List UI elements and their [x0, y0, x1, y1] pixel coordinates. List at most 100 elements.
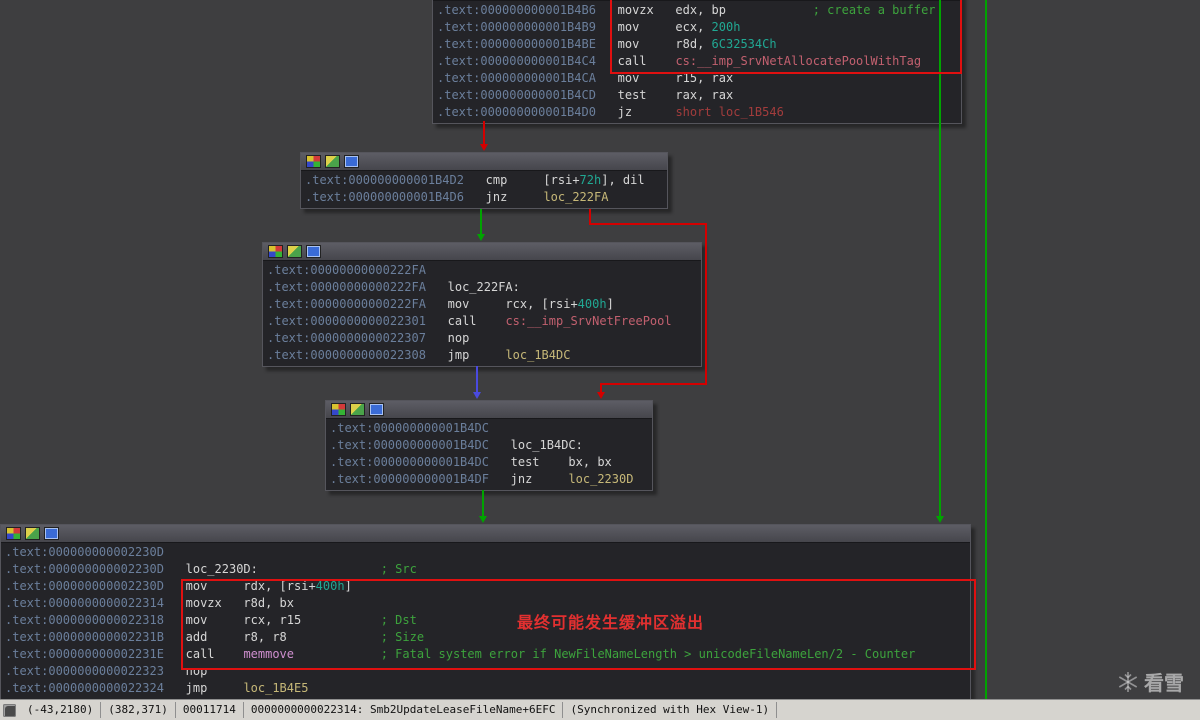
asm-token-t[interactable]: loc_2230D: [164, 562, 381, 576]
asm-token-a[interactable]: .text:000000000001B4BE [437, 37, 596, 51]
status-segment: (382,371) [101, 702, 176, 718]
asm-token-l[interactable]: loc_222FA [543, 190, 608, 204]
asm-line[interactable]: .text:000000000001B4D6 jnz loc_222FA [305, 189, 663, 206]
asm-token-a[interactable]: .text:000000000001B4B6 [437, 3, 596, 17]
asm-line[interactable]: .text:000000000001B4D2 cmp [rsi+72h], di… [305, 172, 663, 189]
edit-node-icon[interactable] [287, 245, 302, 258]
asm-token-a[interactable]: .text:000000000001B4DC [330, 438, 489, 452]
asm-token-t[interactable]: ], dil [601, 173, 644, 187]
asm-token-a[interactable]: .text:000000000001B4CD [437, 88, 596, 102]
asm-line[interactable]: .text:000000000001B4DC [330, 420, 648, 437]
asm-token-t[interactable]: jmp [164, 681, 243, 695]
asm-token-a[interactable]: .text:000000000002230D [5, 579, 164, 593]
group-node-icon[interactable] [306, 245, 321, 258]
asm-line[interactable]: .text:0000000000022308 jmp loc_1B4DC [267, 347, 697, 364]
group-node-icon[interactable] [344, 155, 359, 168]
asm-token-a[interactable]: .text:0000000000022307 [267, 331, 426, 345]
asm-token-a[interactable]: .text:000000000002230D [5, 545, 164, 559]
asm-token-a[interactable]: .text:00000000000222FA [267, 263, 426, 277]
asm-token-n[interactable]: 72h [580, 173, 602, 187]
asm-line[interactable]: .text:000000000001B4CD test rax, rax [437, 87, 957, 104]
node-titlebar[interactable] [301, 153, 667, 171]
asm-token-a[interactable]: .text:000000000001B4D0 [437, 105, 596, 119]
asm-token-t[interactable]: test rax, rax [596, 88, 734, 102]
node-color-icon[interactable] [306, 155, 321, 168]
node-titlebar[interactable] [1, 525, 970, 543]
graph-node-1b4dc[interactable]: .text:000000000001B4DC .text:000000000001… [325, 400, 653, 491]
annotation-text: 最终可能发生缓冲区溢出 [517, 613, 705, 632]
asm-token-l[interactable]: loc_1B4E5 [243, 681, 308, 695]
asm-token-a[interactable]: .text:000000000001B4DC [330, 455, 489, 469]
edit-node-icon[interactable] [350, 403, 365, 416]
group-node-icon[interactable] [369, 403, 384, 416]
asm-token-a[interactable]: .text:00000000000222FA [267, 280, 426, 294]
asm-token-a[interactable]: .text:000000000002231B [5, 630, 164, 644]
asm-token-a[interactable]: .text:000000000001B4B9 [437, 20, 596, 34]
asm-token-a[interactable]: .text:000000000001B4CA [437, 71, 596, 85]
edit-node-icon[interactable] [25, 527, 40, 540]
asm-token-n[interactable]: 400h [578, 297, 607, 311]
graph-node-222fa[interactable]: .text:00000000000222FA .text:000000000002… [262, 242, 702, 367]
node-titlebar[interactable] [326, 401, 652, 419]
asm-token-t[interactable]: jnz [464, 190, 543, 204]
asm-token-t[interactable]: jnz [489, 472, 568, 486]
edit-node-icon[interactable] [325, 155, 340, 168]
group-node-icon[interactable] [44, 527, 59, 540]
asm-token-t[interactable]: test bx, bx [489, 455, 612, 469]
asm-token-l[interactable]: loc_1B4DC [505, 348, 570, 362]
asm-token-t[interactable]: nop [426, 331, 470, 345]
asm-line[interactable]: .text:0000000000022301 call cs:__imp_Srv… [267, 313, 697, 330]
node-body: .text:000000000001B4DC .text:000000000001… [326, 419, 652, 490]
highlight-box-alloc [610, 0, 962, 74]
graph-node-1b4d2[interactable]: .text:000000000001B4D2 cmp [rsi+72h], di… [300, 152, 668, 209]
node-color-icon[interactable] [268, 245, 283, 258]
asm-token-t[interactable]: loc_222FA: [426, 280, 520, 294]
asm-token-t[interactable]: loc_1B4DC: [489, 438, 583, 452]
asm-token-t[interactable]: jmp [426, 348, 505, 362]
asm-line[interactable]: .text:000000000001B4DF jnz loc_2230D [330, 471, 648, 488]
asm-token-a[interactable]: .text:0000000000022314 [5, 596, 164, 610]
asm-line[interactable]: .text:000000000002230D loc_2230D: ; Src [5, 561, 966, 578]
asm-token-a[interactable]: .text:000000000002231E [5, 647, 164, 661]
asm-token-a[interactable]: .text:000000000001B4D6 [305, 190, 464, 204]
asm-token-t[interactable]: cmp [rsi+ [464, 173, 580, 187]
graph-canvas[interactable]: .text:000000000001B4B6 movzx edx, bp ; c… [0, 0, 1200, 720]
status-segment: 00011714 [176, 702, 244, 718]
asm-line[interactable]: .text:000000000001B4DC loc_1B4DC: [330, 437, 648, 454]
asm-token-a[interactable]: .text:0000000000022323 [5, 664, 164, 678]
asm-line[interactable]: .text:00000000000222FA [267, 262, 697, 279]
asm-token-a[interactable]: .text:000000000002230D [5, 562, 164, 576]
asm-token-t[interactable]: call [426, 314, 505, 328]
asm-token-a[interactable]: .text:000000000001B4DF [330, 472, 489, 486]
asm-token-a[interactable]: .text:0000000000022324 [5, 681, 164, 695]
asm-token-a[interactable]: .text:00000000000222FA [267, 297, 426, 311]
status-bar-icon [3, 703, 16, 717]
status-segment: (-43,2180) [20, 702, 102, 718]
status-bar: (-43,2180) (382,371) 00011714 0000000000022… [0, 699, 1200, 720]
snowflake-icon [1118, 671, 1138, 692]
node-body: .text:000000000001B4D2 cmp [rsi+72h], di… [301, 171, 667, 208]
asm-token-a[interactable]: .text:0000000000022318 [5, 613, 164, 627]
asm-token-a[interactable]: .text:0000000000022308 [267, 348, 426, 362]
asm-line[interactable]: .text:00000000000222FA mov rcx, [rsi+400… [267, 296, 697, 313]
asm-token-a[interactable]: .text:0000000000022301 [267, 314, 426, 328]
asm-token-i[interactable]: cs:__imp_SrvNetFreePool [505, 314, 671, 328]
asm-token-a[interactable]: .text:000000000001B4D2 [305, 173, 464, 187]
asm-line[interactable]: .text:000000000001B4D0 jz short loc_1B54… [437, 104, 957, 121]
asm-line[interactable]: .text:0000000000022324 jmp loc_1B4E5 [5, 680, 966, 697]
asm-token-t[interactable]: ] [607, 297, 614, 311]
asm-token-l[interactable]: loc_2230D [568, 472, 633, 486]
asm-line[interactable]: .text:000000000001B4DC test bx, bx [330, 454, 648, 471]
node-color-icon[interactable] [331, 403, 346, 416]
asm-token-t[interactable]: jz [596, 105, 675, 119]
asm-token-c[interactable]: ; Src [381, 562, 417, 576]
asm-token-t[interactable]: mov rcx, [rsi+ [426, 297, 578, 311]
node-color-icon[interactable] [6, 527, 21, 540]
asm-line[interactable]: .text:0000000000022307 nop [267, 330, 697, 347]
asm-line[interactable]: .text:000000000002230D [5, 544, 966, 561]
asm-line[interactable]: .text:00000000000222FA loc_222FA: [267, 279, 697, 296]
asm-token-r[interactable]: short loc_1B546 [675, 105, 783, 119]
node-titlebar[interactable] [263, 243, 701, 261]
asm-token-a[interactable]: .text:000000000001B4DC [330, 421, 489, 435]
asm-token-a[interactable]: .text:000000000001B4C4 [437, 54, 596, 68]
